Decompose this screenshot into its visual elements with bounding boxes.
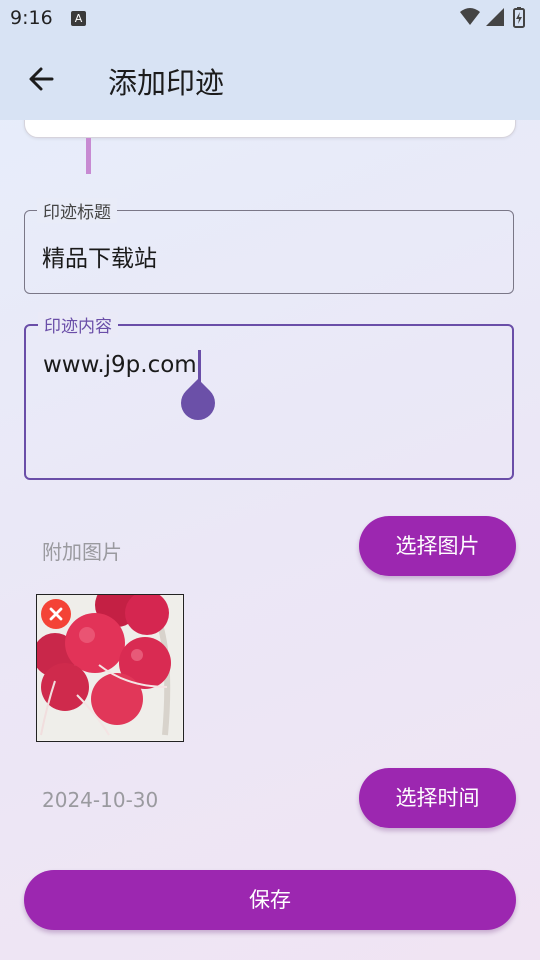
form-content[interactable]: 印迹标题 精品下载站 印迹内容 www.j9p.com 附加图片 选择图片 20… bbox=[0, 120, 540, 960]
title-field[interactable]: 印迹标题 精品下载站 bbox=[24, 198, 514, 294]
notification-a-icon: A bbox=[71, 11, 86, 26]
save-button[interactable]: 保存 bbox=[24, 870, 516, 930]
cursor-handle[interactable] bbox=[173, 378, 223, 428]
status-icons bbox=[460, 7, 525, 28]
timeline-line bbox=[86, 138, 91, 174]
app-bar: 添加印迹 bbox=[0, 36, 540, 120]
status-bar: 9:16 A bbox=[0, 0, 540, 36]
battery-charging-icon bbox=[513, 7, 525, 28]
close-icon bbox=[49, 607, 63, 621]
remove-image-button[interactable] bbox=[41, 599, 71, 629]
page-title: 添加印迹 bbox=[108, 66, 225, 100]
attached-image-thumbnail[interactable] bbox=[36, 594, 184, 742]
content-field-label: 印迹内容 bbox=[38, 312, 118, 337]
select-time-button[interactable]: 选择时间 bbox=[359, 768, 516, 828]
wifi-icon bbox=[460, 8, 480, 25]
status-time: 9:16 bbox=[10, 7, 53, 29]
content-field[interactable]: 印迹内容 www.j9p.com bbox=[24, 312, 514, 480]
selected-date: 2024-10-30 bbox=[42, 788, 159, 812]
content-field-value[interactable]: www.j9p.com bbox=[43, 352, 197, 378]
select-image-button[interactable]: 选择图片 bbox=[359, 516, 516, 576]
previous-entry-card[interactable] bbox=[24, 120, 516, 138]
title-field-value[interactable]: 精品下载站 bbox=[42, 239, 157, 273]
signal-icon bbox=[486, 8, 504, 26]
arrow-back-icon[interactable] bbox=[20, 58, 62, 100]
attach-image-label: 附加图片 bbox=[42, 540, 122, 564]
title-field-label: 印迹标题 bbox=[37, 198, 117, 223]
